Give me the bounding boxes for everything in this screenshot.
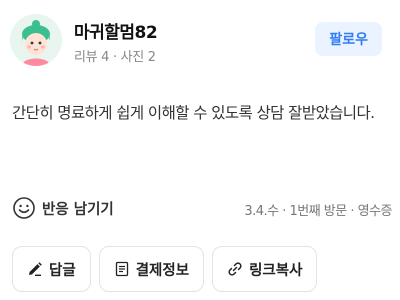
reply-button[interactable]: 답글	[12, 246, 91, 292]
reaction-row: 반응 남기기 3.4.수 · 1번째 방문 · 영수증	[12, 192, 396, 224]
review-header: 마귀할멈82 리뷰 4 · 사진 2 팔로우	[10, 14, 390, 74]
user-review-stats: 리뷰 4 · 사진 2	[74, 50, 156, 65]
receipt-icon	[115, 261, 128, 277]
visit-info: 3.4.수 · 1번째 방문 · 영수증	[244, 204, 392, 219]
payment-info-button[interactable]: 결제정보	[98, 246, 205, 292]
avatar[interactable]	[10, 14, 62, 66]
leave-reaction-label: 반응 남기기	[42, 201, 114, 218]
payment-info-label: 결제정보	[135, 262, 190, 279]
review-text: 간단히 명료하게 쉽게 이해할 수 있도록 상담 잘받았습니다.	[12, 104, 375, 122]
user-name[interactable]: 마귀할멈82	[74, 18, 158, 43]
smile-icon	[13, 197, 35, 219]
leave-reaction-button[interactable]: 반응 남기기	[12, 192, 114, 224]
pencil-icon	[29, 262, 42, 276]
copy-link-label: 링크복사	[249, 262, 303, 279]
copy-link-button[interactable]: 링크복사	[212, 246, 318, 292]
reply-label: 답글	[49, 262, 76, 279]
link-icon	[228, 262, 242, 276]
follow-button[interactable]: 팔로우	[315, 22, 382, 56]
action-buttons: 답글 결제정보 링크복사	[12, 246, 318, 292]
avatar-character-icon	[10, 14, 62, 66]
